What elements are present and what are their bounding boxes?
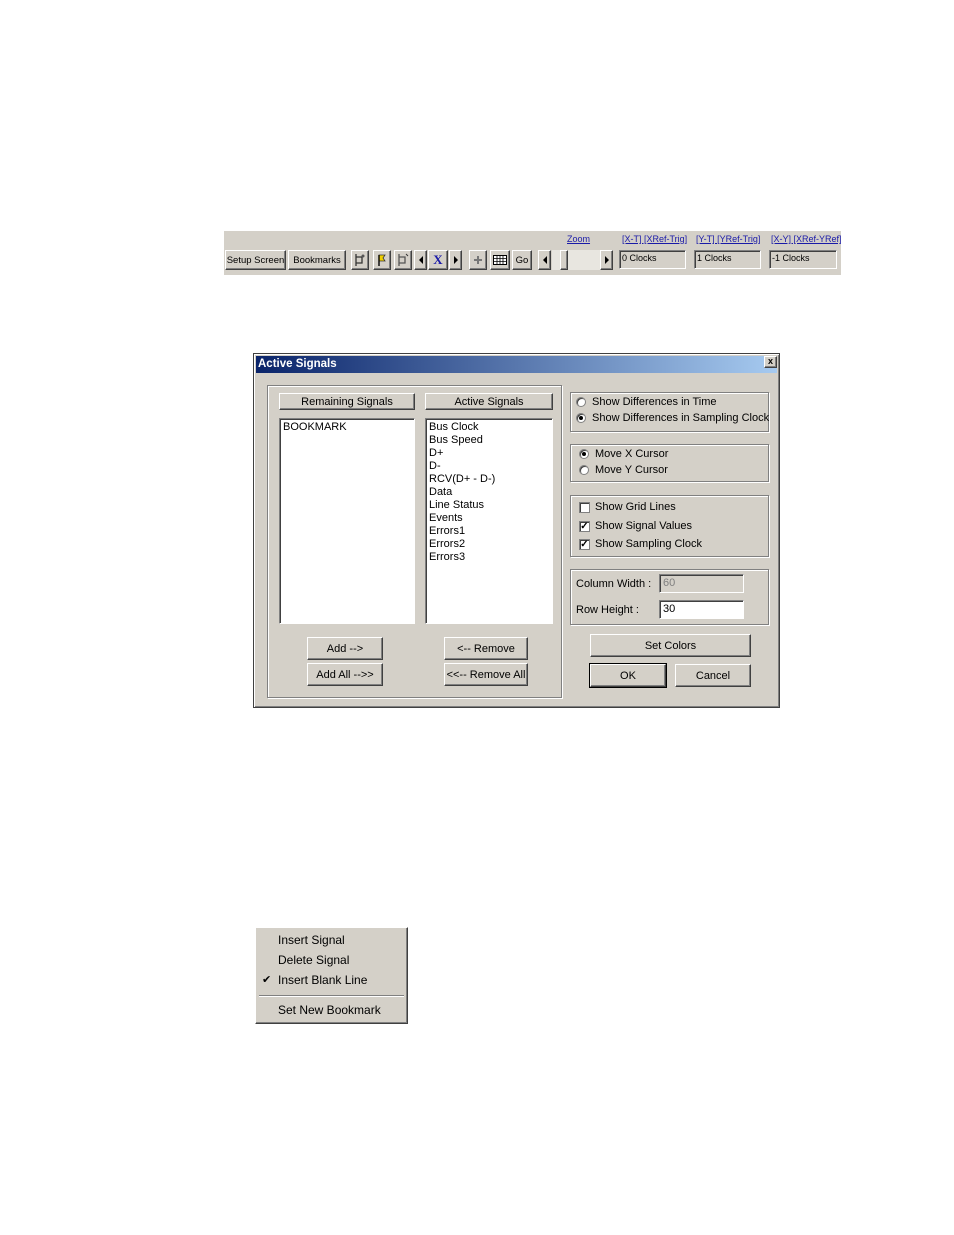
- go-button[interactable]: Go: [512, 250, 532, 270]
- list-item[interactable]: D+: [429, 447, 549, 460]
- list-item[interactable]: Bus Clock: [429, 421, 549, 434]
- list-item[interactable]: Errors1: [429, 525, 549, 538]
- x-cursor-button[interactable]: X: [428, 250, 448, 270]
- context-menu: Insert Signal Delete Signal ✔ Insert Bla…: [255, 927, 408, 1024]
- trigger-flag-icon[interactable]: [373, 250, 391, 270]
- add-all-button[interactable]: Add All -->>: [307, 663, 383, 686]
- zoom-right-arrow-icon[interactable]: [600, 250, 613, 270]
- menu-item-delete-signal[interactable]: Delete Signal: [278, 953, 349, 967]
- yt-link[interactable]: [Y-T] [YRef-Trig]: [696, 234, 760, 244]
- show-grid-lines-checkbox[interactable]: Show Grid Lines: [579, 501, 676, 513]
- zoom-thumb[interactable]: [560, 250, 568, 270]
- move-y-cursor-radio[interactable]: Move Y Cursor: [579, 464, 668, 476]
- ok-button[interactable]: OK: [589, 663, 667, 688]
- xy-value-field: -1 Clocks: [769, 250, 837, 269]
- remaining-signals-list[interactable]: BOOKMARK: [279, 418, 415, 624]
- list-item[interactable]: Line Status: [429, 499, 549, 512]
- checkbox-icon: ✓: [579, 520, 590, 532]
- signal-search-icon[interactable]: [394, 250, 412, 270]
- row-height-label: Row Height :: [576, 604, 639, 616]
- cancel-button[interactable]: Cancel: [675, 664, 751, 687]
- size-options-group: Column Width : 60 Row Height : 30: [570, 569, 769, 625]
- checkbox-icon: ✓: [579, 538, 590, 550]
- column-width-label: Column Width :: [576, 578, 652, 590]
- add-button[interactable]: Add -->: [307, 637, 383, 660]
- list-item[interactable]: Data: [429, 486, 549, 499]
- row-height-field[interactable]: 30: [659, 600, 744, 619]
- radio-button-icon: [576, 413, 586, 423]
- active-signals-dialog: Active Signals x Remaining Signals Activ…: [253, 353, 780, 708]
- xt-value-field: 0 Clocks: [619, 250, 686, 269]
- active-signals-list[interactable]: Bus Clock Bus Speed D+ D- RCV(D+ - D-) Data Li…: [425, 418, 553, 624]
- cursor-options-group: Move X Cursor Move Y Cursor: [570, 444, 769, 482]
- move-x-cursor-radio[interactable]: Move X Cursor: [579, 448, 668, 460]
- radio-button-icon: [579, 465, 589, 475]
- list-item[interactable]: Events: [429, 512, 549, 525]
- zoom-left-arrow-icon[interactable]: [538, 250, 551, 270]
- list-item[interactable]: D-: [429, 460, 549, 473]
- show-sampling-clock-checkbox[interactable]: ✓ Show Sampling Clock: [579, 538, 702, 550]
- dialog-title: Active Signals: [258, 358, 337, 370]
- radio-button-icon: [579, 449, 589, 459]
- remove-button[interactable]: <-- Remove: [444, 637, 528, 660]
- bookmarks-button[interactable]: Bookmarks: [288, 250, 346, 270]
- active-signals-header: Active Signals: [425, 393, 553, 410]
- radio-button-icon: [576, 397, 586, 407]
- check-mark-icon: ✔: [262, 974, 272, 986]
- dialog-title-bar: Active Signals: [256, 356, 777, 373]
- diff-sampling-radio[interactable]: Show Differences in Sampling Clock: [576, 412, 769, 424]
- setup-screen-button[interactable]: Setup Screen: [225, 250, 286, 270]
- next-arrow-icon[interactable]: [449, 250, 462, 270]
- list-item[interactable]: RCV(D+ - D-): [429, 473, 549, 486]
- yt-value-field: 1 Clocks: [694, 250, 761, 269]
- show-signal-values-checkbox[interactable]: ✓ Show Signal Values: [579, 520, 692, 532]
- difference-options-group: Show Differences in Time Show Difference…: [570, 392, 769, 432]
- checkbox-icon: [579, 501, 590, 513]
- xt-link[interactable]: [X-T] [XRef-Trig]: [622, 234, 687, 244]
- zoom-scrollbar[interactable]: [552, 250, 600, 270]
- set-colors-button[interactable]: Set Colors: [590, 634, 751, 657]
- remove-all-button[interactable]: <<-- Remove All: [444, 663, 528, 686]
- zoom-link[interactable]: Zoom: [567, 234, 590, 244]
- grid-view-icon[interactable]: [490, 250, 510, 270]
- list-item[interactable]: Bus Speed: [429, 434, 549, 447]
- menu-item-insert-signal[interactable]: Insert Signal: [278, 933, 345, 947]
- list-item[interactable]: Errors3: [429, 551, 549, 564]
- menu-item-set-new-bookmark[interactable]: Set New Bookmark: [278, 1003, 381, 1017]
- menu-separator: [259, 995, 404, 997]
- list-item[interactable]: BOOKMARK: [283, 421, 411, 434]
- list-item[interactable]: Errors2: [429, 538, 549, 551]
- xy-link[interactable]: [X-Y] [XRef-YRef]: [771, 234, 842, 244]
- prev-arrow-icon[interactable]: [414, 250, 427, 270]
- display-options-group: Show Grid Lines ✓ Show Signal Values ✓ Sho…: [570, 495, 769, 557]
- remaining-signals-header: Remaining Signals: [279, 393, 415, 410]
- toolbar: Zoom [X-T] [XRef-Trig] [Y-T] [YRef-Trig]…: [224, 231, 842, 275]
- signal-trace-icon[interactable]: [351, 250, 369, 270]
- diff-time-radio[interactable]: Show Differences in Time: [576, 396, 717, 408]
- plus-icon[interactable]: [469, 250, 487, 270]
- column-width-field: 60: [659, 574, 744, 593]
- close-button[interactable]: x: [764, 356, 777, 368]
- menu-item-insert-blank-line[interactable]: Insert Blank Line: [278, 973, 367, 987]
